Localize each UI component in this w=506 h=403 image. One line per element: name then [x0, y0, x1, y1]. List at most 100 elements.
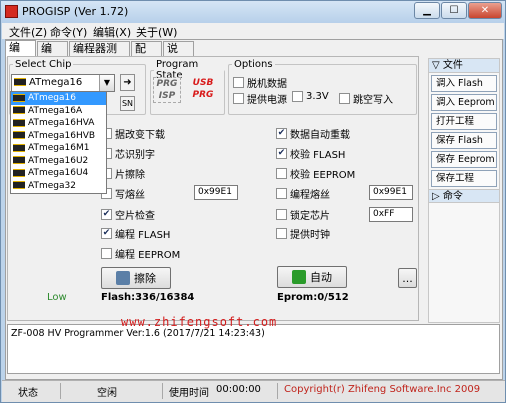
chip-option[interactable]: ATmega16U2: [11, 155, 106, 168]
supply-clock-checkbox[interactable]: 提供时钟: [276, 226, 330, 241]
save-flash-button[interactable]: 保存 Flash: [431, 132, 497, 149]
chip-option-label: ATmega16U4: [28, 168, 89, 178]
verify-eeprom-checkbox[interactable]: 校验 EEPROM: [276, 166, 355, 181]
checkbox-box[interactable]: ✔: [101, 209, 112, 220]
trash-icon: [116, 271, 130, 285]
open-project-button[interactable]: 打开工程: [431, 113, 497, 130]
lock-chip-label: 锁定芯片: [290, 211, 330, 222]
chip-id-checkbox[interactable]: 芯识别字: [101, 146, 155, 161]
program-eeprom-checkbox[interactable]: 编程 EEPROM: [101, 246, 180, 261]
status-divider: [162, 383, 163, 399]
menu-bar: 文件(Z) 命令(Y) 编辑(X) 关于(W): [2, 23, 504, 39]
main-window: PROGISP (Ver 1.72) ▁ ☐ ✕ 文件(Z) 命令(Y) 编辑(…: [0, 0, 506, 403]
chip-option[interactable]: ATmega16: [11, 92, 106, 105]
verify-eeprom-label: 校验 EEPROM: [290, 170, 356, 181]
command-section-header[interactable]: ▷ 命令: [429, 189, 499, 203]
tab-edit[interactable]: 编 辑: [37, 41, 68, 69]
checkbox-box[interactable]: [292, 91, 303, 102]
menu-command[interactable]: 命令(Y): [50, 24, 87, 40]
menu-edit[interactable]: 编辑(X): [93, 24, 131, 40]
prg-isp-logo: PRG ISP: [153, 77, 181, 103]
menu-file[interactable]: 文件(Z): [9, 24, 47, 40]
checkbox-box[interactable]: [339, 93, 350, 104]
lock-chip-checkbox[interactable]: 锁定芯片: [276, 207, 330, 222]
checkbox-box[interactable]: [276, 209, 287, 220]
auto-reload-checkbox[interactable]: ✔ 数据自动重载: [276, 126, 350, 141]
read-fuse-value[interactable]: 0x99E1: [194, 185, 238, 200]
offline-data-checkbox[interactable]: 脱机数据: [233, 75, 287, 90]
log-output[interactable]: ZF-008 HV Programmer Ver:1.6 (2017/7/21 …: [7, 324, 500, 374]
arrow-right-button[interactable]: ➜: [120, 74, 135, 91]
chip-icon: [13, 156, 25, 164]
save-eeprom-button[interactable]: 保存 Eeprom: [431, 151, 497, 168]
chip-option[interactable]: ATmega16M1: [11, 142, 106, 155]
chip-icon: [13, 93, 25, 102]
checkbox-box[interactable]: [276, 188, 287, 199]
program-eeprom-label: 编程 EEPROM: [115, 250, 181, 261]
checkbox-box[interactable]: [276, 228, 287, 239]
eprom-info: Eprom:0/512: [277, 292, 349, 303]
more-button[interactable]: ...: [398, 268, 417, 288]
tab-help[interactable]: 说 明: [163, 41, 194, 69]
chip-icon: [13, 181, 25, 189]
chip-option[interactable]: ATmega16HVB: [11, 130, 106, 143]
chip-erase-checkbox[interactable]: 片擦除: [101, 166, 145, 181]
program-fuse-value[interactable]: 0x99E1: [369, 185, 413, 200]
data-change-download-label: 据改变下载: [115, 130, 165, 141]
chip-option-label: ATmega16: [28, 93, 76, 103]
checkbox-box[interactable]: ✔: [276, 148, 287, 159]
erase-button[interactable]: 擦除: [101, 267, 171, 289]
read-fuse-checkbox[interactable]: 写熔丝: [101, 186, 145, 201]
3v3-checkbox[interactable]: 3.3V: [292, 91, 329, 102]
tab-program[interactable]: 编 程: [5, 40, 36, 68]
chip-select[interactable]: ATmega16 ▼: [11, 74, 115, 92]
chip-option-label: ATmega16U2: [28, 155, 89, 166]
title-bar[interactable]: PROGISP (Ver 1.72) ▁ ☐ ✕: [1, 1, 505, 23]
program-flash-checkbox[interactable]: ✔ 编程 FLASH: [101, 226, 170, 241]
chip-option[interactable]: ATmega16HVA: [11, 117, 106, 130]
data-change-download-checkbox[interactable]: 据改变下载: [101, 126, 165, 141]
sn-button[interactable]: SN: [120, 96, 135, 111]
window-title: PROGISP (Ver 1.72): [22, 5, 129, 18]
tab-config[interactable]: 配 置: [131, 41, 162, 69]
program-fuse-checkbox[interactable]: 编程熔丝: [276, 186, 330, 201]
menu-about[interactable]: 关于(W): [136, 24, 177, 40]
blank-check-checkbox[interactable]: ✔ 空片检查: [101, 207, 155, 222]
options-legend: Options: [234, 59, 273, 70]
3v3-label: 3.3V: [306, 91, 329, 102]
supply-power-label: 提供电源: [247, 95, 287, 106]
checkbox-box[interactable]: ✔: [276, 128, 287, 139]
chip-icon: [13, 143, 25, 152]
load-eeprom-button[interactable]: 调入 Eeprom: [431, 94, 497, 111]
chevron-down-icon[interactable]: ▼: [99, 75, 114, 91]
chip-dropdown-list[interactable]: ATmega16 ATmega16A ATmega16HVA ATmega16H…: [10, 91, 107, 194]
minimize-button[interactable]: ▁: [414, 2, 440, 19]
usb-prg-logo: USB PRG: [192, 78, 214, 100]
chip-option-label: ATmega16M1: [28, 143, 90, 153]
watermark-url: www.zhifengsoft.com: [121, 315, 278, 329]
file-section-header[interactable]: ▽ 文件: [429, 59, 499, 73]
blank-check-label: 空片检查: [115, 211, 155, 222]
chip-option[interactable]: ATmega16A: [11, 105, 106, 118]
status-divider: [277, 383, 278, 399]
checkbox-box[interactable]: [101, 248, 112, 259]
checkbox-box[interactable]: ✔: [101, 228, 112, 239]
load-flash-button[interactable]: 调入 Flash: [431, 75, 497, 92]
save-project-button[interactable]: 保存工程: [431, 170, 497, 187]
chip-option[interactable]: ATmega16U4: [11, 167, 106, 180]
auto-reload-label: 数据自动重载: [290, 130, 350, 141]
verify-flash-label: 校验 FLASH: [290, 150, 346, 161]
checkbox-box[interactable]: [276, 168, 287, 179]
skip-blank-checkbox[interactable]: 跳空写入: [339, 91, 393, 106]
checkbox-box[interactable]: [233, 93, 244, 104]
offline-data-label: 脱机数据: [247, 79, 287, 90]
chip-option[interactable]: ATmega32: [11, 180, 106, 193]
checkbox-box[interactable]: [233, 77, 244, 88]
close-button[interactable]: ✕: [468, 2, 502, 19]
verify-flash-checkbox[interactable]: ✔ 校验 FLASH: [276, 146, 345, 161]
maximize-button[interactable]: ☐: [441, 2, 467, 19]
supply-power-checkbox[interactable]: 提供电源: [233, 91, 287, 106]
auto-button[interactable]: 自动: [277, 266, 347, 288]
lock-bits-value[interactable]: 0xFF: [369, 207, 413, 222]
tab-programmer-test[interactable]: 编程器测试: [69, 41, 130, 69]
